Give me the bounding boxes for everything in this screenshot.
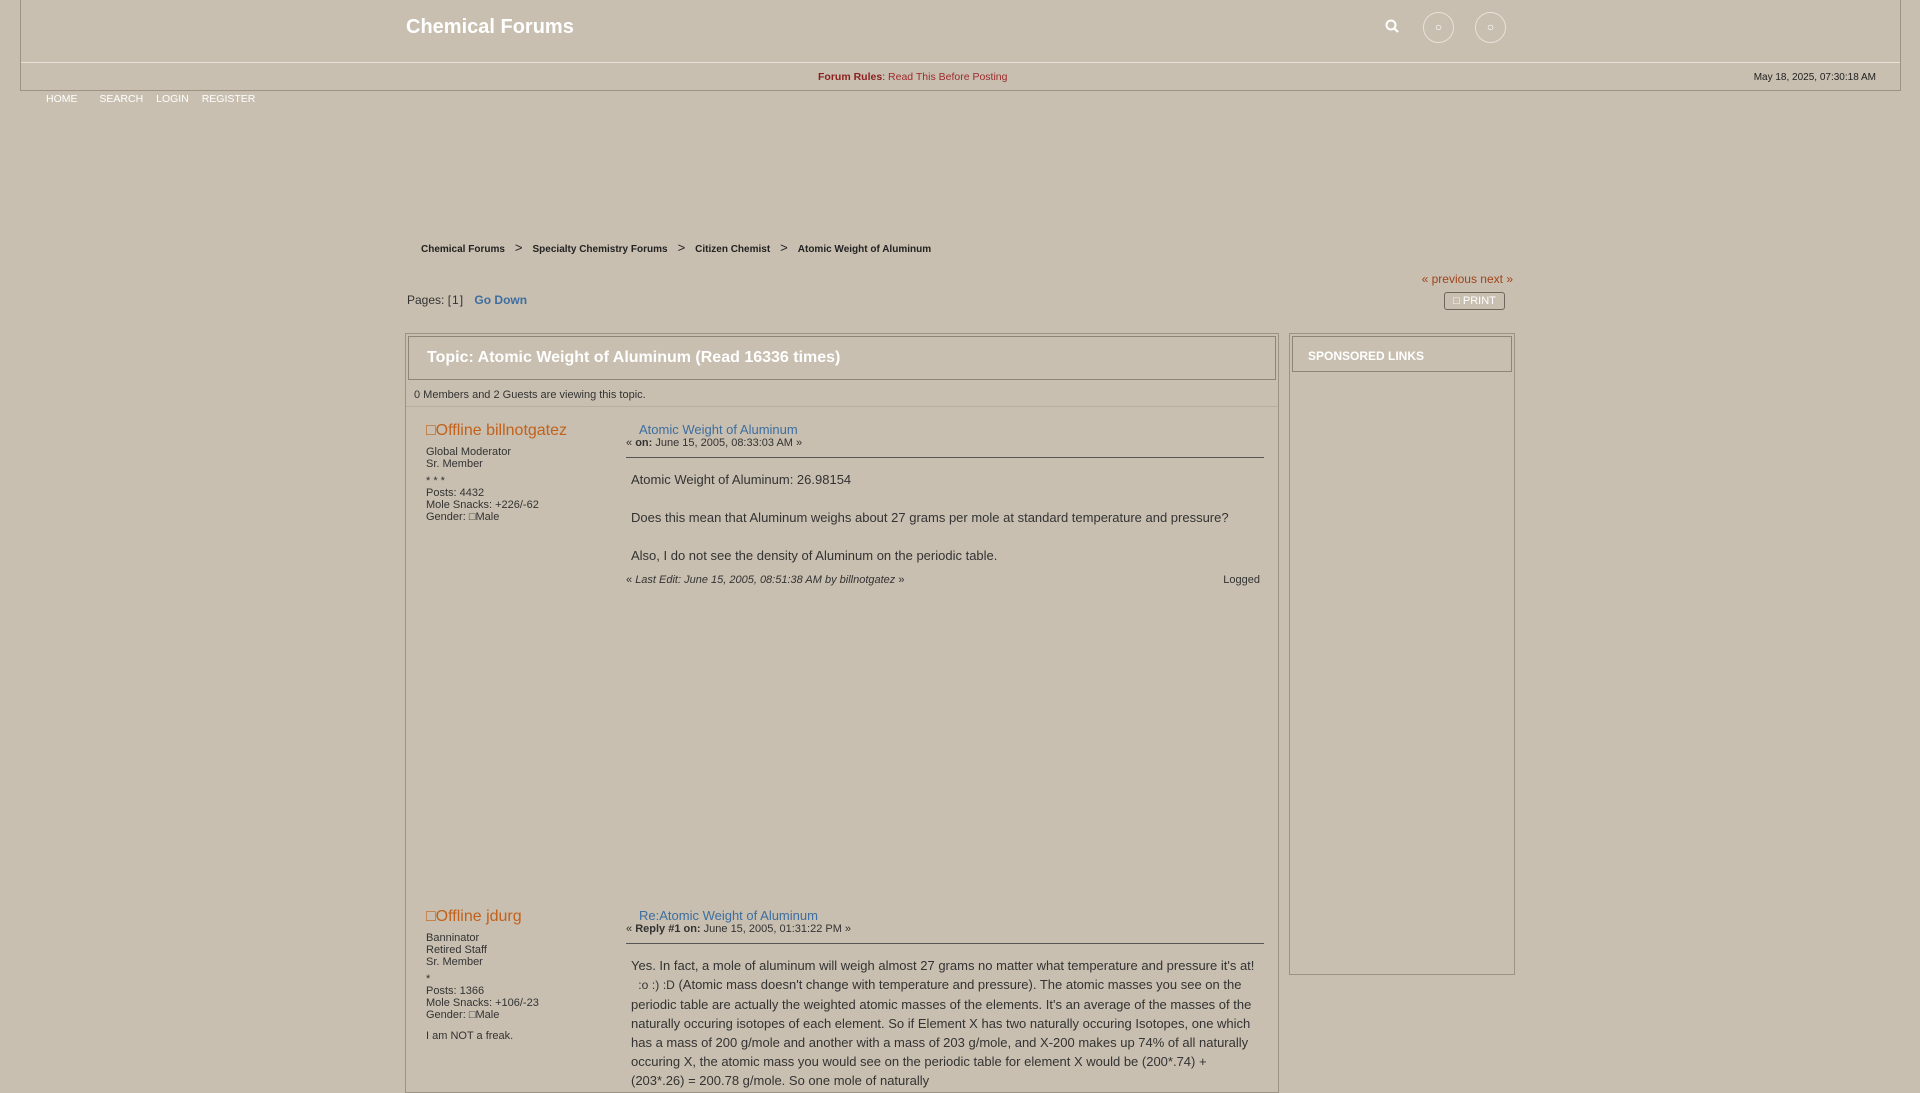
prev-next-links[interactable]: « previous next »: [1422, 272, 1513, 286]
current-datetime: May 18, 2025, 07:30:18 AM: [1753, 72, 1876, 83]
sponsored-header: SPONSORED LINKS: [1292, 336, 1512, 372]
post-footer: « Last Edit: June 15, 2005, 08:51:38 AM …: [626, 574, 1260, 586]
post-count: Posts: 1366: [426, 985, 485, 997]
post-meta: « on: June 15, 2005, 08:33:03 AM »: [626, 437, 803, 449]
emoticon: :): [651, 978, 660, 992]
go-down-link[interactable]: Go Down: [474, 293, 527, 307]
nav-login[interactable]: LOGIN: [156, 93, 189, 105]
breadcrumb-item[interactable]: Citizen Chemist: [695, 244, 770, 255]
gender-label: Gender:: [426, 511, 466, 523]
sponsored-panel: SPONSORED LINKS: [1289, 333, 1515, 975]
poster-info: □Offline billnotgatez Global Moderator S…: [426, 422, 567, 523]
poster-role: Retired Staff: [426, 944, 487, 956]
sponsored-title: SPONSORED LINKS: [1308, 349, 1425, 363]
signature: I am NOT a freak.: [426, 1030, 514, 1042]
gender-value: Male: [475, 1009, 500, 1021]
post-subject[interactable]: Atomic Weight of Aluminum: [639, 422, 1264, 437]
emoticon: :D: [662, 978, 675, 992]
print-button[interactable]: □ PRINT: [1444, 292, 1505, 310]
nav-home[interactable]: HOME: [46, 93, 78, 105]
nav-register[interactable]: REGISTER: [202, 93, 256, 105]
poster-role: Global Moderator: [426, 446, 511, 458]
gender-value: Male: [475, 511, 500, 523]
viewing-info: 0 Members and 2 Guests are viewing this …: [414, 389, 646, 401]
gender-label: Gender:: [426, 1009, 466, 1021]
print-label: PRINT: [1462, 295, 1496, 307]
breadcrumb-item[interactable]: Specialty Chemistry Forums: [533, 244, 668, 255]
post-divider: [626, 943, 1264, 944]
mole-snacks: Mole Snacks: +226/-62: [426, 499, 539, 511]
emoticon: :o: [638, 978, 649, 992]
post-body: Re:Atomic Weight of Aluminum « Reply #1 …: [626, 908, 1264, 1090]
mole-snacks: Mole Snacks: +106/-23: [426, 997, 539, 1009]
page-current[interactable]: 1: [452, 293, 459, 307]
post-meta: « Reply #1 on: June 15, 2005, 01:31:22 P…: [626, 923, 852, 935]
poster-role: Sr. Member: [426, 458, 483, 470]
forum-rules-label: Forum Rules: [818, 71, 883, 83]
site-title[interactable]: Chemical Forums: [406, 16, 574, 39]
breadcrumb: Chemical Forums > Specialty Chemistry Foru…: [421, 240, 932, 255]
topic-header: Topic: Atomic Weight of Aluminum (Read 1…: [408, 336, 1276, 380]
poster-info: □Offline jdurg Banninator Retired Staff …: [426, 908, 539, 1042]
header-divider: [21, 62, 1900, 63]
offline-status-icon: □: [426, 422, 436, 439]
forum-rules-link[interactable]: Read This Before Posting: [888, 71, 1007, 83]
post-text: Yes. In fact, a mole of aluminum will we…: [631, 958, 1255, 1088]
rank-stars: *: [426, 973, 431, 985]
user-icon[interactable]: ○: [1423, 12, 1454, 43]
offline-status-icon: □: [426, 908, 436, 925]
top-header: Chemical Forums ○ ○ Forum Rules: Read Th…: [20, 0, 1901, 91]
logged-label: Logged: [1223, 574, 1260, 586]
last-edit: Last Edit: June 15, 2005, 08:51:38 AM by…: [635, 574, 896, 586]
poster-role: Banninator: [426, 932, 480, 944]
divider: [406, 406, 1278, 407]
rank-stars: * * *: [426, 475, 445, 487]
poster-role: Sr. Member: [426, 956, 483, 968]
forum-rules: Forum Rules: Read This Before Posting: [818, 71, 1008, 83]
topic-panel: Topic: Atomic Weight of Aluminum (Read 1…: [405, 333, 1279, 1093]
topic-title: Topic: Atomic Weight of Aluminum (Read 1…: [427, 349, 841, 366]
breadcrumb-item-current[interactable]: Atomic Weight of Aluminum: [798, 244, 931, 255]
pagination: Pages: [1] Go Down: [407, 293, 528, 307]
post-divider: [626, 457, 1264, 458]
post-body: Atomic Weight of Aluminum « on: June 15,…: [626, 422, 1264, 586]
breadcrumb-item[interactable]: Chemical Forums: [421, 244, 505, 255]
poster-name[interactable]: □Offline billnotgatez: [426, 422, 567, 440]
main-nav: HOME SEARCH LOGIN REGISTER: [46, 93, 265, 105]
post-subject[interactable]: Re:Atomic Weight of Aluminum: [639, 908, 1264, 923]
pages-label: Pages: [: [407, 293, 452, 307]
nav-search[interactable]: SEARCH: [99, 93, 143, 105]
post-count: Posts: 4432: [426, 487, 485, 499]
menu-icon[interactable]: ○: [1475, 12, 1506, 43]
post-text: Atomic Weight of Aluminum: 26.98154 Does…: [631, 472, 1229, 563]
search-icon[interactable]: [1382, 16, 1404, 38]
poster-name[interactable]: □Offline jdurg: [426, 908, 539, 926]
print-icon: □: [1453, 295, 1460, 307]
